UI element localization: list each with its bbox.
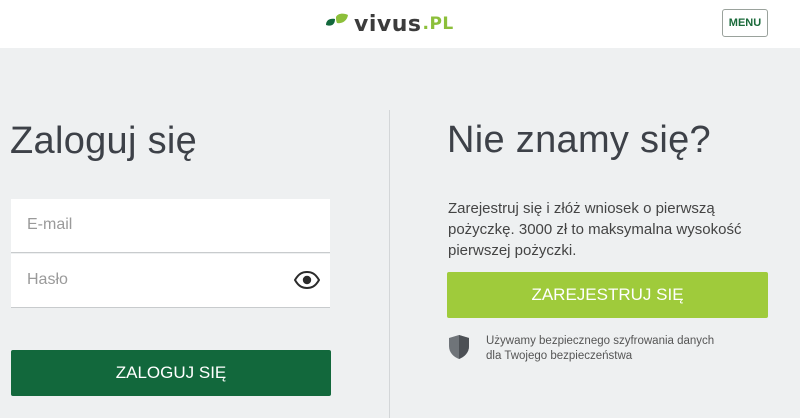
shield-icon (449, 335, 469, 359)
vivus-logo[interactable]: vivus .PL (324, 10, 454, 38)
email-input[interactable] (11, 199, 287, 251)
show-password-button[interactable] (294, 269, 320, 291)
security-line-1: Używamy bezpiecznego szyfrowania danych (486, 335, 715, 347)
logo-wordmark: vivus (354, 11, 422, 37)
login-title: Zaloguj się (10, 120, 198, 162)
section-divider (389, 110, 390, 418)
register-button[interactable]: ZAREJESTRUJ SIĘ (447, 272, 768, 318)
logo-tld: .PL (422, 14, 454, 34)
password-input[interactable] (11, 254, 287, 306)
register-title: Nie znamy się? (447, 119, 711, 161)
eye-icon (294, 271, 320, 289)
top-header: vivus .PL MENU (0, 0, 800, 48)
email-field-wrapper (11, 199, 330, 253)
menu-button[interactable]: MENU (722, 9, 768, 37)
security-note: Używamy bezpiecznego szyfrowania danych … (448, 334, 766, 364)
password-field-wrapper (11, 254, 330, 308)
security-line-2: dla Twojego bezpieczeństwa (486, 350, 633, 362)
security-text: Używamy bezpiecznego szyfrowania danych … (486, 334, 766, 364)
leaf-logo-icon (326, 13, 348, 26)
login-button[interactable]: ZALOGUJ SIĘ (11, 350, 331, 396)
register-description: Zarejestruj się i złóż wniosek o pierwsz… (448, 200, 742, 259)
